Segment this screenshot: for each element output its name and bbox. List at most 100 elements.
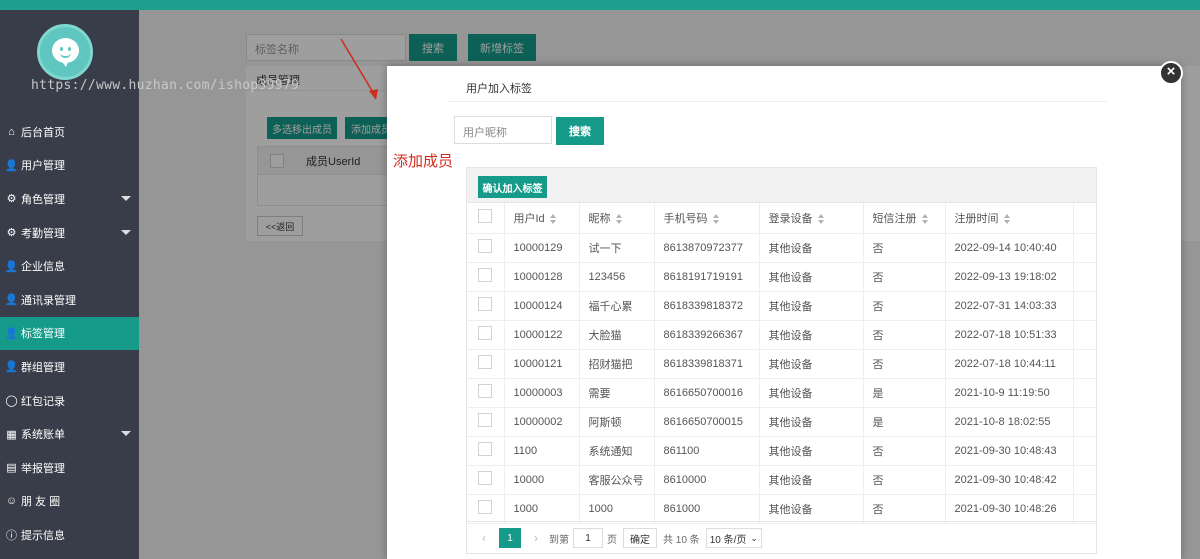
caret-down-icon (121, 196, 131, 202)
table-row[interactable]: 1100 系统通知 861100 其他设备否 2021-09-30 10:48:43 (467, 436, 1096, 466)
row-checkbox[interactable] (478, 268, 492, 282)
table-cell: 1000 (579, 494, 655, 524)
table-cell: 2021-10-9 11:19:50 (945, 378, 1074, 408)
table-cell: 861000 (654, 494, 760, 524)
nickname-search-input[interactable]: 用户昵称 (454, 116, 552, 144)
column-header[interactable]: 注册时间 (945, 203, 1074, 234)
table-cell: 1100 (504, 436, 580, 466)
goto-page-input[interactable]: 1 (573, 528, 603, 548)
sort-icon[interactable] (549, 213, 557, 224)
row-checkbox[interactable] (478, 239, 492, 253)
logo (37, 24, 93, 80)
next-page-icon[interactable]: › (527, 531, 545, 545)
sidebar-item[interactable]: 👤 企业信息 (0, 249, 139, 283)
prev-page-icon[interactable]: ‹ (475, 531, 493, 545)
table-cell: 其他设备 (759, 233, 864, 263)
row-checkbox[interactable] (478, 355, 492, 369)
dialog-search-button[interactable]: 搜索 (556, 117, 604, 145)
table-row[interactable]: 10000002 阿斯顿 8616650700015 其他设备是 2021-10-8 1… (467, 407, 1096, 437)
table-cell: 2022-07-31 14:03:33 (945, 291, 1074, 321)
close-icon[interactable]: × (1167, 63, 1176, 80)
table-row[interactable]: 10000 客服公众号 8610000 其他设备否 2021-09-30 10:48:4… (467, 465, 1096, 495)
circle-icon: ◯ (5, 395, 18, 408)
page-1-button[interactable]: 1 (499, 528, 521, 548)
sort-icon[interactable] (615, 213, 623, 224)
table-cell: 试一下 (579, 233, 655, 263)
table-cell: 861100 (654, 436, 760, 466)
sidebar-item[interactable]: 👤 群组管理 (0, 350, 139, 384)
info-icon: ⓘ (6, 529, 17, 542)
table-row[interactable]: 10000128 123456 8618191719191 其他设备否 2022-09-… (467, 262, 1096, 292)
row-checkbox[interactable] (478, 326, 492, 340)
select-all-checkbox[interactable] (478, 209, 492, 224)
sidebar-item[interactable]: ◯ 红包记录 (0, 384, 139, 418)
table-row[interactable]: 10000124 福千心累 8618339818372 其他设备否 2022-07-31… (467, 291, 1096, 321)
sort-icon[interactable] (712, 213, 720, 224)
table-cell: 否 (863, 465, 946, 495)
sidebar-item[interactable]: 👤 用户管理 (0, 149, 139, 183)
table-cell: 2022-07-18 10:44:11 (945, 349, 1074, 379)
table-cell: 其他设备 (759, 291, 864, 321)
sort-icon[interactable] (921, 213, 929, 224)
table-cell: 8616650700016 (654, 378, 760, 408)
table-row[interactable]: 10000003 需要 8616650700016 其他设备是 2021-10-9 11… (467, 378, 1096, 408)
column-header[interactable]: 手机号码 (654, 203, 760, 234)
table-row[interactable]: 10000129 试一下 8613870972377 其他设备否 2022-09-14 … (467, 233, 1096, 263)
home-icon: ⌂ (8, 125, 15, 138)
table-cell: 其他设备 (759, 378, 864, 408)
sort-icon[interactable] (817, 213, 825, 224)
sidebar-item[interactable]: ⌂ 后台首页 (0, 115, 139, 149)
column-header[interactable]: 短信注册 (863, 203, 946, 234)
close-dialog-button[interactable]: × (1159, 61, 1183, 85)
sidebar-item-label: 举报管理 (21, 462, 65, 475)
table-cell: 其他设备 (759, 320, 864, 350)
sidebar-item-label: 红包记录 (21, 395, 65, 408)
sidebar-item[interactable]: 👤 标签管理 (0, 316, 139, 351)
table-cell: 2021-09-30 10:48:26 (945, 494, 1074, 524)
sort-icon[interactable] (1003, 213, 1011, 224)
sidebar-item[interactable]: ⓘ 提示信息 (0, 518, 139, 552)
table-cell: 2022-09-14 10:40:40 (945, 233, 1074, 263)
add-to-tag-dialog: 用户加入标签 用户昵称 搜索 确认加入标签 用户Id 昵称 手机号码 登录设备 … (387, 66, 1181, 559)
user-icon: 👤 (4, 260, 19, 273)
row-checkbox[interactable] (478, 442, 492, 456)
smile-icon: ☺ (5, 495, 18, 508)
column-header[interactable]: 登录设备 (759, 203, 864, 234)
row-checkbox[interactable] (478, 413, 492, 427)
table-row[interactable]: 10000121 招财猫把 8618339818371 其他设备否 2022-07-18… (467, 349, 1096, 379)
sidebar-item-label: 朋 友 圈 (21, 496, 61, 509)
user-table: 确认加入标签 用户Id 昵称 手机号码 登录设备 短信注册 注册时间 10000… (466, 167, 1097, 554)
sidebar-item[interactable]: ▦ 系统账单 (0, 417, 139, 451)
table-row[interactable]: 1000 1000 861000 其他设备否 2021-09-30 10:48:26 (467, 494, 1096, 524)
goto-confirm-button[interactable]: 确定 (623, 528, 657, 548)
caret-down-icon (121, 229, 131, 235)
table-cell: 阿斯顿 (579, 407, 655, 437)
sidebar-item-label: 企业信息 (21, 261, 65, 274)
column-header[interactable]: 昵称 (579, 203, 655, 234)
sidebar-item[interactable]: ⚙ 角色管理 (0, 182, 139, 216)
column-header[interactable]: 用户Id (504, 203, 580, 234)
table-header-row: 用户Id 昵称 手机号码 登录设备 短信注册 注册时间 (467, 203, 1096, 234)
sidebar-item[interactable]: ☺ 朋 友 圈 (0, 485, 139, 519)
row-checkbox[interactable] (478, 384, 492, 398)
table-cell: 10000124 (504, 291, 580, 321)
table-cell: 是 (863, 407, 946, 437)
table-cell: 1000 (504, 494, 580, 524)
sidebar-item[interactable]: ⚙ 考勤管理 (0, 216, 139, 250)
confirm-add-tag-button[interactable]: 确认加入标签 (478, 176, 547, 198)
sidebar-item-label: 后台首页 (21, 126, 65, 139)
row-checkbox[interactable] (478, 500, 492, 514)
table-cell: 10000122 (504, 320, 580, 350)
sidebar-item-label: 用户管理 (21, 160, 65, 173)
row-checkbox[interactable] (478, 471, 492, 485)
annotation-label: 添加成员 (393, 153, 454, 170)
table-row[interactable]: 10000122 大脸猫 8618339266367 其他设备否 2022-07-18 … (467, 320, 1096, 350)
sidebar-item[interactable]: ▤ 举报管理 (0, 451, 139, 485)
sidebar-item[interactable]: 👤 通讯录管理 (0, 283, 139, 317)
caret-down-icon (121, 431, 131, 437)
top-bar (0, 0, 1200, 10)
sidebar-item-label: 标签管理 (21, 328, 65, 341)
table-cell: 系统通知 (579, 436, 655, 466)
row-checkbox[interactable] (478, 297, 492, 311)
page-size-select[interactable]: 10 条/页 ⌄ (705, 528, 762, 548)
